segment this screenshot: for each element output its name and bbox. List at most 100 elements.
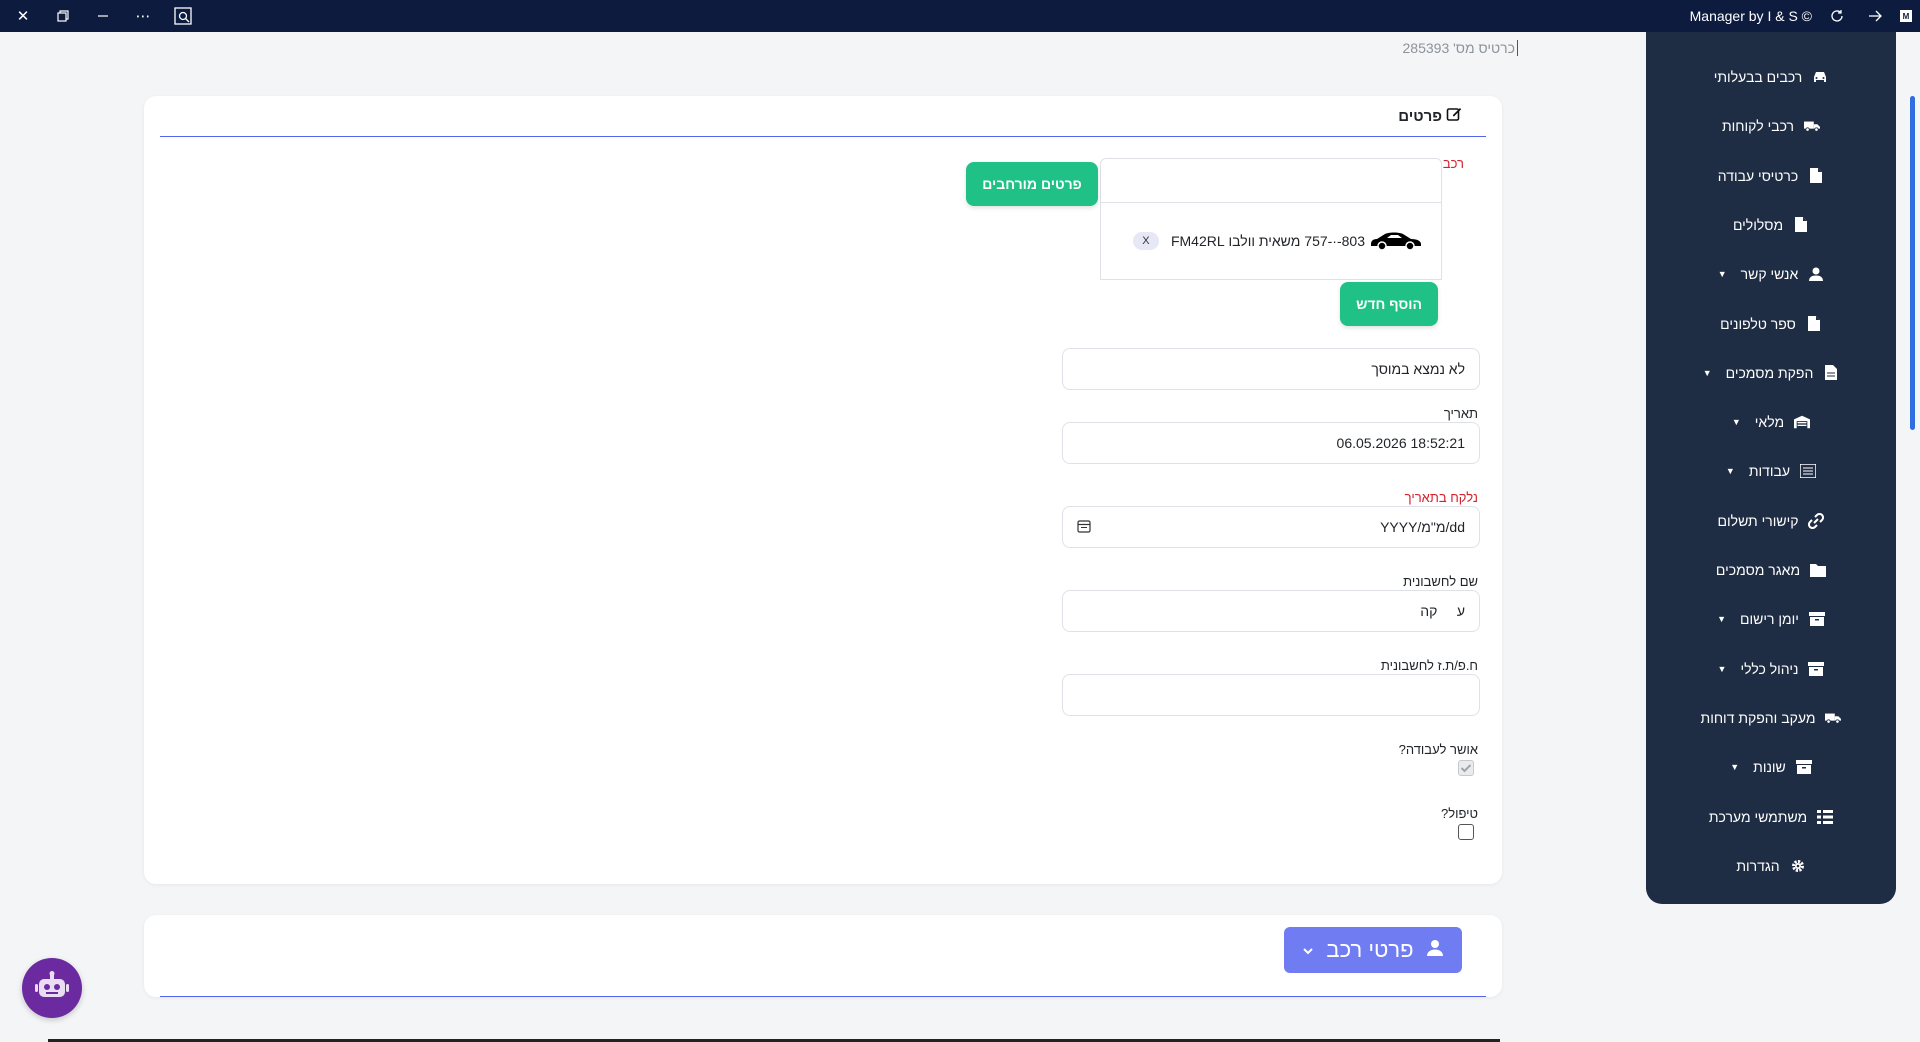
file-icon [1806, 316, 1822, 332]
garage-status-field[interactable]: לא נמצא במוסך [1062, 348, 1480, 390]
minimize-icon[interactable] [90, 3, 116, 29]
details-title-wrap: פרטים [1398, 106, 1462, 126]
list-icon [1800, 463, 1817, 479]
extended-details-button[interactable]: פרטים מורחבים [966, 162, 1098, 206]
sidebar-item-label: קישורי תשלום [1717, 512, 1799, 529]
link-icon [1808, 512, 1825, 529]
details-title: פרטים [1398, 107, 1442, 125]
file-icon [1793, 217, 1809, 233]
details-card: פרטים רכב פרטים מורחבים 803-·-757 משאית … [144, 96, 1502, 884]
sidebar-item-label: מלאי [1754, 414, 1785, 431]
sidebar-item-label: מסלולים [1732, 216, 1784, 233]
caret-down-icon: ▼ [1730, 762, 1740, 773]
sidebar-item-label: ניהול כללי [1740, 660, 1799, 677]
app-logo-icon: M [1900, 10, 1912, 22]
car-icon [1812, 69, 1828, 85]
calendar-icon[interactable] [1077, 519, 1091, 536]
sidebar-item[interactable]: מלאי ▼ [1646, 407, 1896, 437]
vehicle-details-label: פרטי רכב [1326, 937, 1414, 962]
more-icon[interactable]: ⋯ [130, 3, 156, 29]
remove-vehicle-button[interactable]: X [1132, 232, 1159, 250]
sidebar-item[interactable]: שונות ▼ [1646, 752, 1896, 782]
edit-icon [1446, 106, 1462, 126]
date-field[interactable]: 18:52:21 06.05.2026 [1062, 422, 1480, 464]
sidebar-item-label: יומן רישום [1740, 611, 1799, 628]
close-icon[interactable]: ✕ [10, 3, 36, 29]
sidebar-item[interactable]: מעקב והפקת דוחות [1646, 703, 1896, 733]
invoice-name-input[interactable]: ע קה [1062, 590, 1480, 632]
sidebar-item-label: הפקת מסמכים [1725, 364, 1814, 381]
sidebar-item-label: הגדרות [1736, 857, 1780, 874]
truck-icon [1804, 118, 1821, 134]
sidebar-item-label: מעקב והפקת דוחות [1700, 709, 1816, 726]
refresh-icon[interactable] [1824, 3, 1850, 29]
sidebar-item-label: כרטיסי עבודה [1717, 167, 1799, 184]
vehicle-details-toggle[interactable]: פרטי רכב [1284, 927, 1462, 973]
vehicle-search-input[interactable] [1100, 158, 1442, 204]
vehicle-label: רכב [1442, 156, 1464, 171]
warehouse-icon [1794, 414, 1811, 430]
sidebar-item-label: שונות [1753, 759, 1786, 776]
caret-down-icon: ▼ [1717, 663, 1727, 674]
sidebar-item-label: מאגר מסמכים [1715, 562, 1801, 578]
sidebar-item[interactable]: רכבים בבעלותי [1646, 62, 1896, 92]
file-icon [1808, 168, 1824, 184]
add-new-button[interactable]: הוסף חדש [1340, 282, 1438, 326]
robot-icon [35, 970, 69, 1006]
page-scrollbar-thumb[interactable] [1910, 96, 1915, 430]
forward-arrow-icon[interactable] [1862, 3, 1888, 29]
sidebar-item[interactable]: עבודות ▼ [1646, 456, 1896, 486]
file-text-icon [1823, 365, 1839, 381]
user-icon [1426, 937, 1444, 963]
sidebar-item[interactable]: כרטיסי עבודה [1646, 161, 1896, 191]
card-number: כרטיס מס' 285393 [1403, 40, 1518, 56]
date-label: תאריך [1443, 406, 1478, 421]
caret-down-icon: ▼ [1731, 417, 1741, 428]
assistant-bot-button[interactable] [22, 958, 82, 1018]
sidebar-item[interactable]: יומן רישום ▼ [1646, 604, 1896, 634]
sidebar-item[interactable]: מסלולים [1646, 210, 1896, 240]
sidebar-item-label: עבודות [1748, 463, 1791, 480]
treatment-checkbox[interactable] [1458, 824, 1474, 840]
sidebar-item-label: רכבי לקוחות [1722, 118, 1795, 135]
selected-vehicle-option[interactable]: 803-·-757 משאית וולבו FM42RL X [1100, 202, 1442, 280]
sidebar-item[interactable]: הפקת מסמכים ▼ [1646, 358, 1896, 388]
sidebar: רכבים בבעלותי רכבי לקוחות כרטיסי עבודה מסלו… [1646, 32, 1896, 904]
invoice-id-input[interactable] [1062, 674, 1480, 716]
caret-down-icon: ▼ [1725, 466, 1735, 477]
taken-on-placeholder: dd/מ"מ/YYYY [1380, 519, 1465, 535]
selected-vehicle-text: 803-·-757 משאית וולבו FM42RL [1170, 233, 1365, 249]
sidebar-item[interactable]: אנשי קשר ▼ [1646, 259, 1896, 289]
vehicle-details-card: פרטי רכב [144, 915, 1502, 997]
vehicle-details-divider [160, 996, 1486, 997]
approved-label: אושר לעבודה? [1398, 742, 1478, 757]
window-titlebar: ✕ ⋯ Manager by I & S © M [0, 0, 1920, 32]
gear-icon [1790, 858, 1806, 874]
archive-icon [1808, 611, 1825, 627]
taken-on-date-input[interactable]: dd/מ"מ/YYYY [1062, 506, 1480, 548]
caret-down-icon: ▼ [1717, 269, 1727, 280]
caret-down-icon: ▼ [1702, 367, 1712, 378]
sidebar-item[interactable]: משתמשי מערכת [1646, 802, 1896, 832]
window-title: Manager by I & S © [1689, 8, 1812, 24]
sidebar-item[interactable]: קישורי תשלום [1646, 506, 1896, 536]
sidebar-item[interactable]: רכבי לקוחות [1646, 111, 1896, 141]
chevron-down-icon [1302, 937, 1314, 963]
folder-icon [1810, 562, 1827, 578]
invoice-id-label: ח.פ/ת.ז לחשבונית [1380, 658, 1478, 673]
sidebar-item-label: משתמשי מערכת [1708, 808, 1808, 825]
taken-on-label: נלקח בתאריך [1404, 490, 1478, 505]
inspect-icon[interactable] [170, 3, 196, 29]
sidebar-item[interactable]: ספר טלפונים [1646, 309, 1896, 339]
sidebar-item[interactable]: מאגר מסמכים [1646, 555, 1896, 585]
approved-checkbox[interactable] [1458, 760, 1474, 776]
sidebar-item-label: אנשי קשר [1740, 266, 1799, 283]
sidebar-item[interactable]: ניהול כללי ▼ [1646, 654, 1896, 684]
truck-icon [1825, 710, 1842, 726]
invoice-name-label: שם לחשבונית [1403, 574, 1478, 589]
restore-icon[interactable] [50, 3, 76, 29]
user-icon [1808, 266, 1824, 282]
sidebar-item[interactable]: הגדרות [1646, 851, 1896, 881]
sidebar-item-label: רכבים בבעלותי [1713, 69, 1803, 85]
caret-down-icon: ▼ [1717, 614, 1727, 625]
